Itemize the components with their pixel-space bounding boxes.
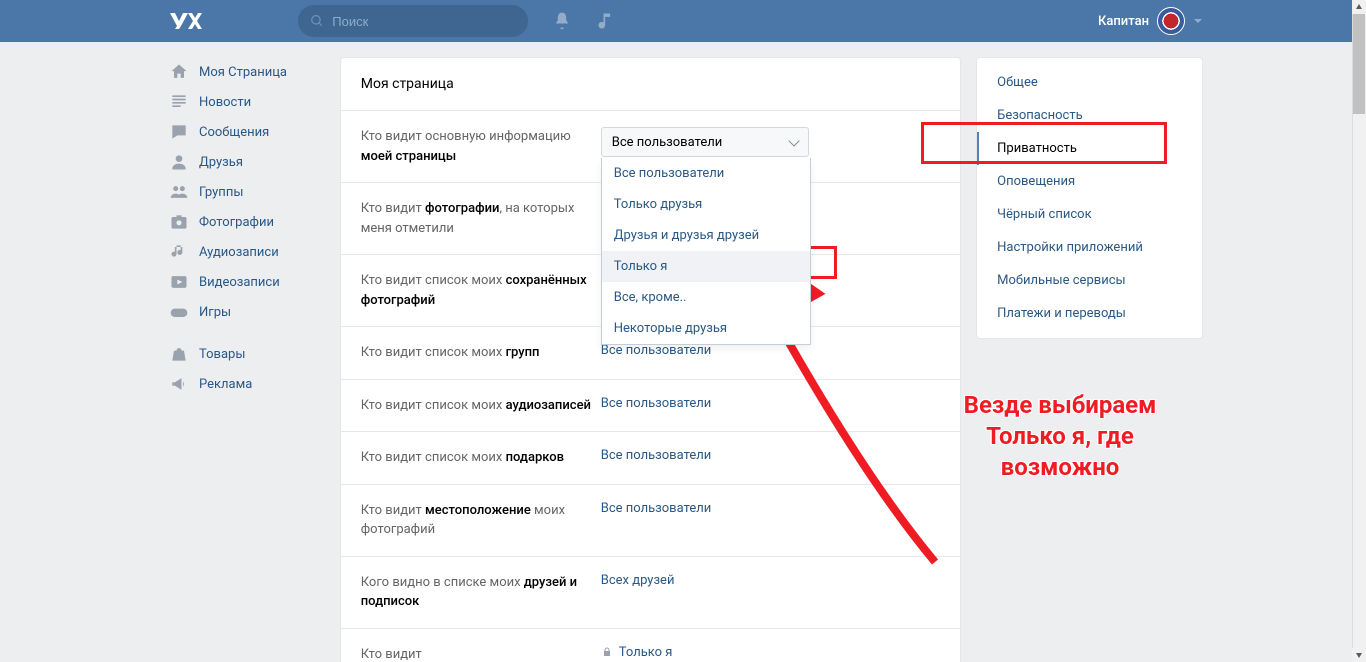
row-value[interactable]: Только я (601, 645, 673, 660)
search-icon (310, 13, 324, 29)
chevron-down-icon (1193, 16, 1203, 26)
nav-label: Видеозаписи (199, 275, 280, 290)
nav-label: Игры (199, 305, 231, 320)
nav-item-msg[interactable]: Сообщения (163, 117, 325, 147)
row-label: Кто видит список моих сохранённых фотогр… (361, 271, 601, 310)
settings-tab[interactable]: Чёрный список (977, 198, 1202, 231)
msg-icon (169, 122, 189, 142)
nav-label: Фотографии (199, 215, 274, 230)
games-icon (169, 302, 189, 322)
row-label: Кто видит местоположение моих фотографий (361, 501, 601, 540)
privacy-row: Кого видно в списке моих друзей и подпис… (341, 557, 960, 629)
privacy-row: Кто видитТолько я (341, 629, 960, 662)
row-label: Кто видит список моих групп (361, 343, 601, 363)
nav-label: Группы (199, 185, 243, 200)
nav-label: Реклама (199, 377, 252, 392)
dropdown-option[interactable]: Все, кроме.. (602, 282, 810, 313)
nav-item-market[interactable]: Товары (163, 339, 325, 369)
header-bar: Капитан (0, 0, 1366, 42)
nav-item-photos[interactable]: Фотографии (163, 207, 325, 237)
nav-item-home[interactable]: Моя Страница (163, 57, 325, 87)
news-icon (169, 92, 189, 112)
dropdown-option[interactable]: Все пользователи (602, 158, 810, 189)
lock-icon (601, 646, 613, 658)
row-value[interactable]: Всех друзей (601, 573, 675, 588)
row-value[interactable]: Все пользователи (601, 448, 712, 463)
bell-icon[interactable] (552, 11, 572, 31)
header-icons (552, 11, 616, 31)
main-title: Моя страница (341, 58, 960, 111)
sidebar: Моя Страница Новости Сообщения Друзья Группы… (163, 57, 325, 399)
nav-label: Аудиозаписи (199, 245, 279, 260)
scrollbar[interactable] (1352, 0, 1366, 662)
settings-nav: ОбщееБезопасностьПриватностьОповещенияЧё… (976, 57, 1203, 339)
nav-item-music[interactable]: Аудиозаписи (163, 237, 325, 267)
nav-label: Моя Страница (199, 65, 287, 80)
home-icon (169, 62, 189, 82)
search-input[interactable] (332, 14, 516, 29)
user-menu[interactable]: Капитан (1098, 7, 1203, 35)
row-value[interactable]: Все пользователи (601, 343, 712, 358)
music-icon (169, 242, 189, 262)
settings-tab[interactable]: Приватность (977, 132, 1202, 165)
dropdown-menu: Все пользователиТолько друзьяДрузья и др… (601, 158, 811, 345)
nav-item-ads[interactable]: Реклама (163, 369, 325, 399)
nav-label: Друзья (199, 155, 243, 170)
nav-label: Новости (199, 95, 251, 110)
privacy-row: Кто видит список моих подарковВсе пользо… (341, 432, 960, 485)
friends-icon (169, 152, 189, 172)
settings-tab[interactable]: Платежи и переводы (977, 297, 1202, 330)
nav-item-video[interactable]: Видеозаписи (163, 267, 325, 297)
settings-tab[interactable]: Безопасность (977, 99, 1202, 132)
ads-icon (169, 374, 189, 394)
dropdown-option[interactable]: Друзья и друзья друзей (602, 220, 810, 251)
vk-logo[interactable] (163, 0, 298, 42)
nav-item-friends[interactable]: Друзья (163, 147, 325, 177)
scroll-up-icon[interactable] (1352, 0, 1366, 14)
settings-tab[interactable]: Общее (977, 66, 1202, 99)
nav-item-news[interactable]: Новости (163, 87, 325, 117)
row-label: Кто видит список моих аудиозаписей (361, 396, 601, 416)
row-value[interactable]: Все пользователи (601, 501, 712, 516)
market-icon (169, 344, 189, 364)
dropdown-option[interactable]: Только я (602, 251, 810, 282)
settings-tab[interactable]: Мобильные сервисы (977, 264, 1202, 297)
row-label: Кого видно в списке моих друзей и подпис… (361, 573, 601, 612)
dropdown-option[interactable]: Некоторые друзья (602, 313, 810, 344)
privacy-select[interactable]: Все пользователиВсе пользователиТолько д… (601, 127, 809, 157)
nav-label: Товары (199, 347, 245, 362)
search-box[interactable] (298, 5, 528, 37)
music-icon[interactable] (596, 11, 616, 31)
row-label: Кто видит (361, 645, 601, 662)
avatar (1157, 7, 1185, 35)
settings-tab[interactable]: Настройки приложений (977, 231, 1202, 264)
nav-item-games[interactable]: Игры (163, 297, 325, 327)
video-icon (169, 272, 189, 292)
chevron-down-icon (788, 135, 799, 146)
privacy-row: Кто видит основную информацию моей стран… (341, 111, 960, 183)
main-panel: Моя страница Кто видит основную информац… (340, 57, 961, 662)
user-name: Капитан (1098, 14, 1149, 29)
row-label: Кто видит основную информацию моей стран… (361, 127, 601, 166)
scroll-down-icon[interactable] (1352, 648, 1366, 662)
nav-item-groups[interactable]: Группы (163, 177, 325, 207)
select-value: Все пользователи (612, 135, 723, 150)
row-label: Кто видит фотографии, на которых меня от… (361, 199, 601, 238)
scroll-thumb[interactable] (1353, 14, 1365, 114)
privacy-row: Кто видит список моих аудиозаписейВсе по… (341, 380, 960, 433)
nav-label: Сообщения (199, 125, 269, 140)
settings-tab[interactable]: Оповещения (977, 165, 1202, 198)
dropdown-option[interactable]: Только друзья (602, 189, 810, 220)
groups-icon (169, 182, 189, 202)
row-value[interactable]: Все пользователи (601, 396, 712, 411)
privacy-row: Кто видит местоположение моих фотографий… (341, 485, 960, 557)
row-label: Кто видит список моих подарков (361, 448, 601, 468)
photos-icon (169, 212, 189, 232)
